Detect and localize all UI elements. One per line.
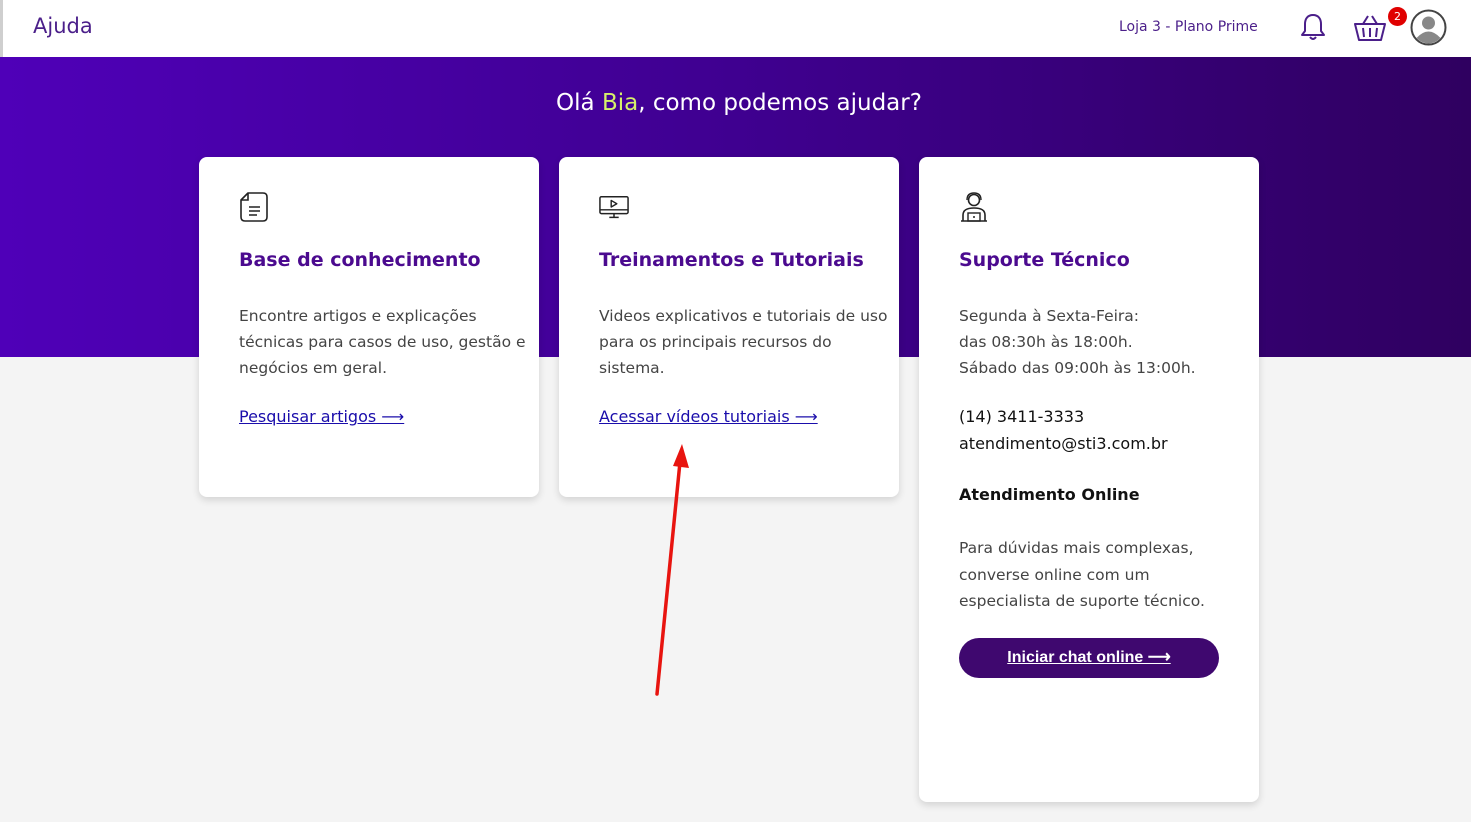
user-name: Bia bbox=[601, 90, 639, 116]
top-bar: Ajuda Loja 3 - Plano Prime 2 bbox=[0, 0, 1471, 57]
greeting-heading: Olá Bia, como podemos ajudar? bbox=[556, 90, 922, 116]
store-plan-label[interactable]: Loja 3 - Plano Prime bbox=[1119, 19, 1258, 35]
document-icon bbox=[240, 192, 268, 222]
page-title: Ajuda bbox=[33, 14, 93, 38]
bell-icon[interactable] bbox=[1299, 12, 1327, 42]
support-email: atendimento@sti3.com.br bbox=[959, 434, 1168, 453]
training-card: Treinamentos e Tutoriais Videos explicat… bbox=[559, 157, 899, 497]
support-hours: Segunda à Sexta-Feira: das 08:30h às 18:… bbox=[959, 307, 1196, 377]
avatar-icon[interactable] bbox=[1410, 9, 1447, 46]
technical-support-card: Suporte Técnico Segunda à Sexta-Feira: d… bbox=[919, 157, 1259, 802]
support-phone: (14) 3411-3333 bbox=[959, 407, 1085, 426]
support-agent-icon bbox=[961, 192, 987, 222]
card-description: Encontre artigos e explicações técnicas … bbox=[239, 307, 526, 377]
card-description: Videos explicativos e tutoriais de uso p… bbox=[599, 307, 888, 377]
cart-count-badge: 2 bbox=[1388, 7, 1407, 26]
card-title: Base de conhecimento bbox=[239, 249, 481, 271]
online-support-heading: Atendimento Online bbox=[959, 485, 1140, 504]
search-articles-link[interactable]: Pesquisar artigos ⟶ bbox=[239, 407, 404, 426]
video-tutorials-link[interactable]: Acessar vídeos tutoriais ⟶ bbox=[599, 407, 818, 426]
knowledge-base-card: Base de conhecimento Encontre artigos e … bbox=[199, 157, 539, 497]
card-title: Suporte Técnico bbox=[959, 249, 1130, 271]
monitor-play-icon bbox=[599, 195, 629, 219]
card-title: Treinamentos e Tutoriais bbox=[599, 249, 864, 271]
start-chat-button[interactable]: Iniciar chat online ⟶ bbox=[959, 638, 1219, 678]
basket-icon[interactable] bbox=[1353, 13, 1387, 43]
online-support-description: Para dúvidas mais complexas, converse on… bbox=[959, 539, 1205, 610]
